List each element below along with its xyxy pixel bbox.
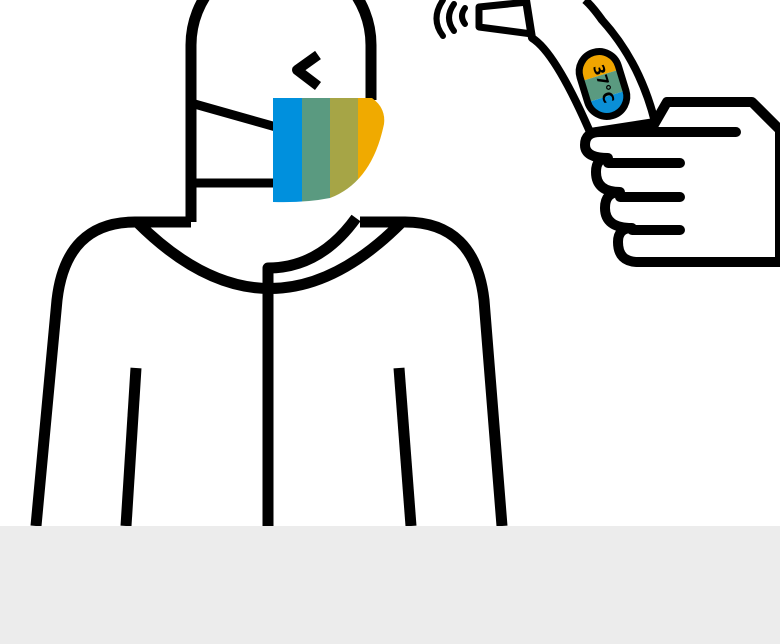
face-mask (273, 98, 385, 203)
person-in-protective-suit-icon (30, 0, 508, 527)
eye-chevron (292, 50, 322, 90)
mask-stripe-3 (330, 98, 358, 203)
infrared-thermometer-icon: 37°C (475, 0, 659, 136)
hand-outline (580, 97, 780, 267)
suit-left-arm-line (120, 367, 142, 527)
signal-waves-icon (433, 0, 468, 39)
mask-stripe-1 (273, 98, 302, 203)
footer-band (0, 526, 780, 644)
hand-icon (580, 97, 780, 267)
illustration-canvas: 37°C (0, 0, 780, 644)
mask-stripe-2 (302, 98, 330, 203)
mask-strap-top (189, 98, 278, 132)
mask-stripe-4 (358, 98, 385, 203)
suit-right-arm-line (393, 367, 417, 527)
